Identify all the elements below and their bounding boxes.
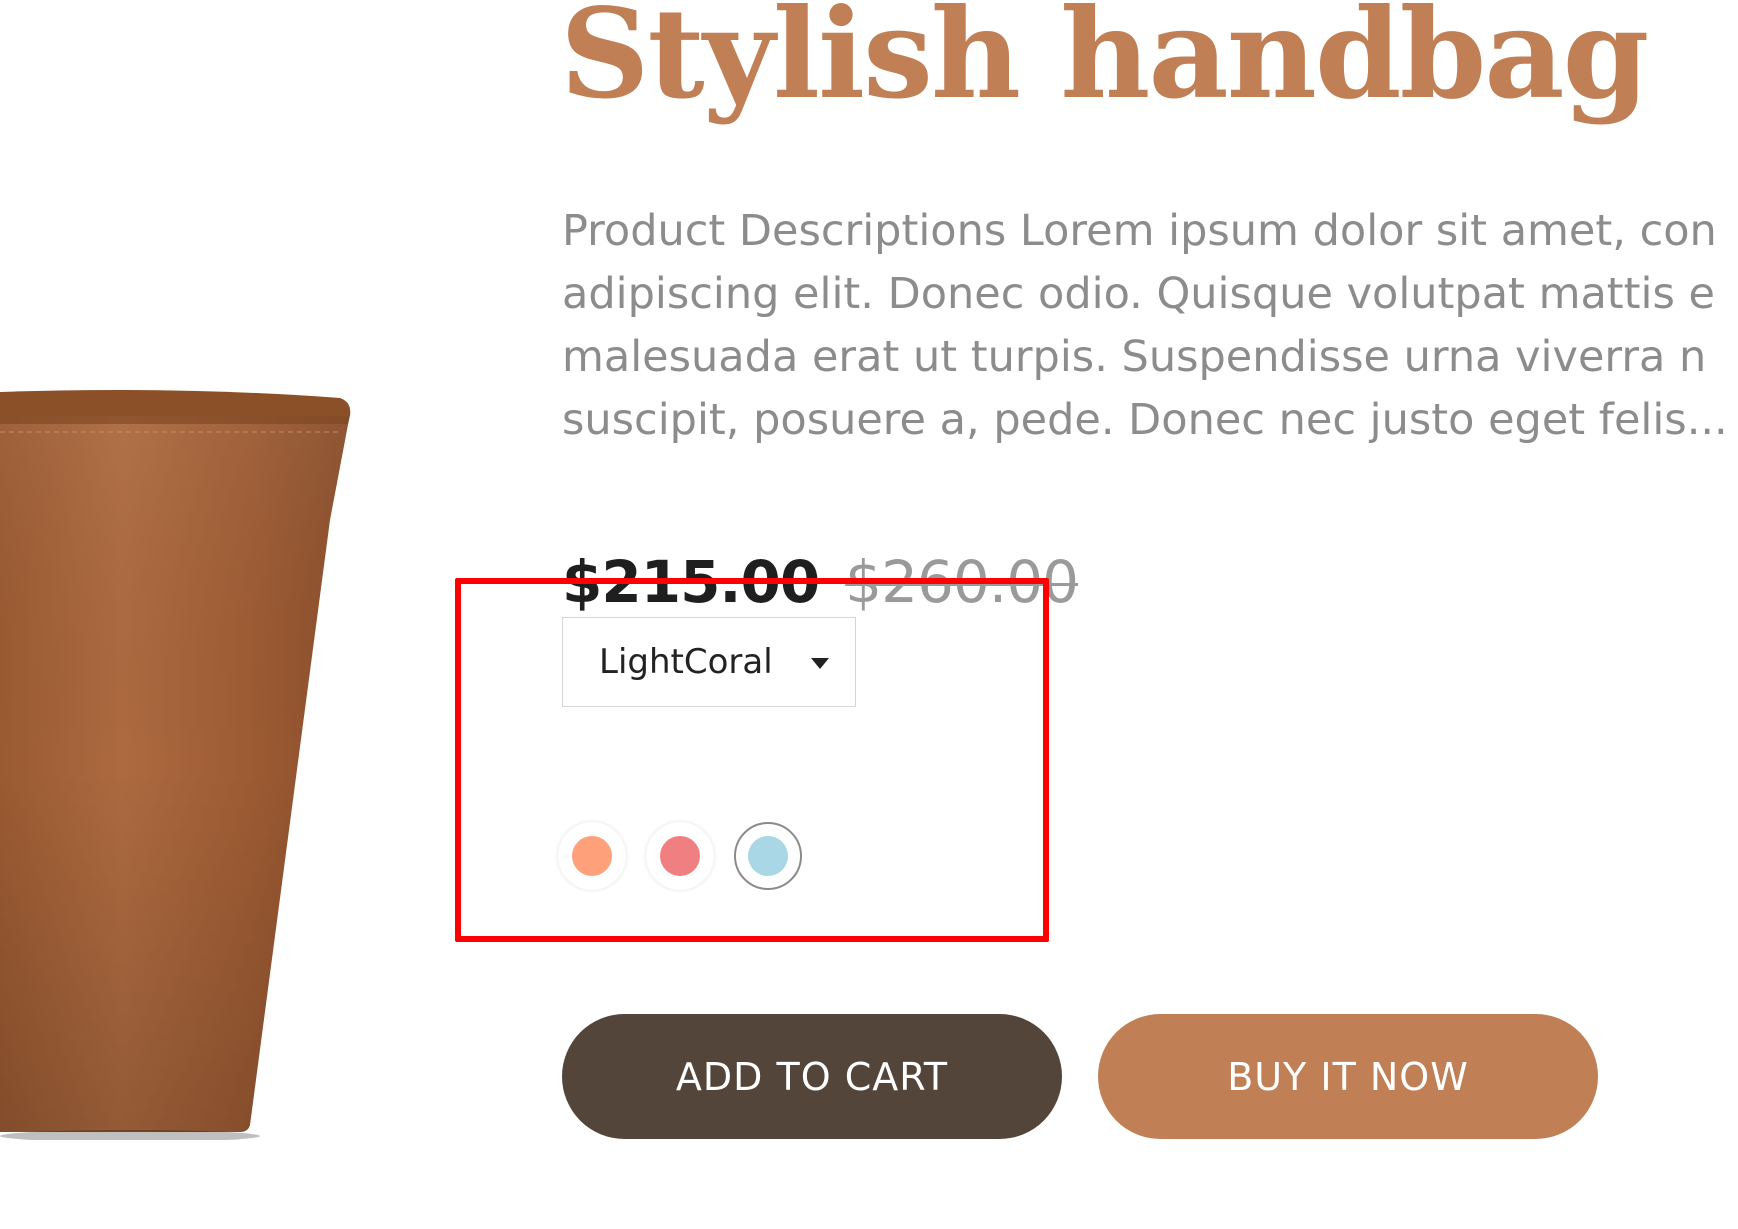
swatch-lightsalmon[interactable] [558,822,626,890]
handbag-image [0,390,351,1140]
description-line: suscipit, posuere a, pede. Donec nec jus… [562,395,1728,445]
price-row: $215.00 $260.00 [562,548,1079,616]
swatch-color-dot [660,836,700,876]
swatch-lightcoral[interactable] [646,822,714,890]
product-page: Stylish handbag Product Descriptions Lor… [0,0,1738,1229]
sale-price: $215.00 [562,548,820,616]
swatch-color-dot [748,836,788,876]
swatch-color-dot [572,836,612,876]
buy-now-button[interactable]: BUY IT NOW [1098,1014,1598,1139]
add-to-cart-button[interactable]: ADD TO CART [562,1014,1062,1139]
product-title: Stylish handbag [560,0,1649,127]
product-description: Product Descriptions Lorem ipsum dolor s… [562,200,1738,452]
swatch-lightblue[interactable] [734,822,802,890]
description-line: malesuada erat ut turpis. Suspendisse ur… [562,332,1707,382]
compare-at-price: $260.00 [845,548,1079,616]
caret-down-icon [811,658,829,669]
variant-select[interactable]: LightCoral [562,617,856,707]
description-line: adipiscing elit. Donec odio. Quisque vol… [562,269,1716,319]
variant-select-value: LightCoral [599,642,773,682]
description-line: Product Descriptions Lorem ipsum dolor s… [562,206,1717,256]
